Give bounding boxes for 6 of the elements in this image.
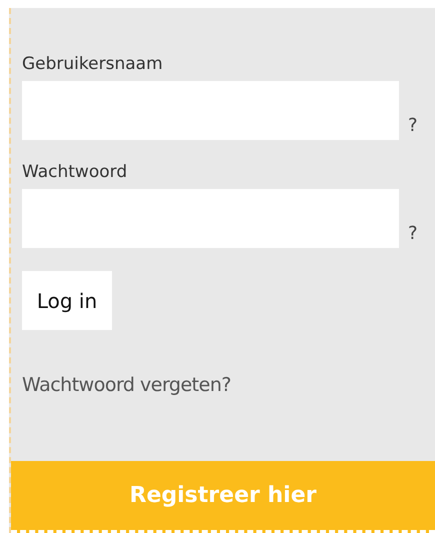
help-mark[interactable]: ? (408, 223, 418, 248)
help-mark[interactable]: ? (408, 115, 418, 140)
login-button[interactable]: Log in (22, 271, 112, 330)
field-label: Gebruikersnaam (22, 54, 164, 74)
field-label: Wachtwoord (22, 162, 128, 182)
forgot-password-link[interactable]: Wachtwoord vergeten? (22, 374, 435, 396)
